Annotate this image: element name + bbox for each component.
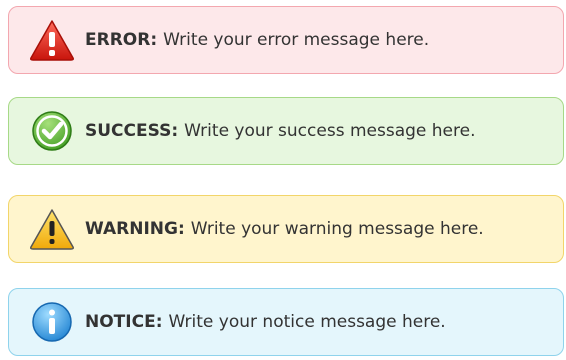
error-label: ERROR: <box>85 30 158 50</box>
warning-triangle-icon <box>29 207 75 251</box>
warning-label: WARNING: <box>85 219 185 239</box>
warning-alert: WARNING: Write your warning message here… <box>8 195 564 263</box>
notice-alert: NOTICE: Write your notice message here. <box>8 288 564 356</box>
check-circle-icon <box>29 109 75 153</box>
notice-message: Write your notice message here. <box>168 312 446 332</box>
notice-label: NOTICE: <box>85 312 163 332</box>
warning-message: Write your warning message here. <box>190 219 484 239</box>
success-label: SUCCESS: <box>85 121 179 141</box>
error-triangle-icon <box>29 18 75 62</box>
success-alert: SUCCESS: Write your success message here… <box>8 97 564 165</box>
error-alert: ERROR: Write your error message here. <box>8 6 564 74</box>
error-message: Write your error message here. <box>163 30 430 50</box>
success-message: Write your success message here. <box>184 121 476 141</box>
info-circle-icon <box>29 300 75 344</box>
